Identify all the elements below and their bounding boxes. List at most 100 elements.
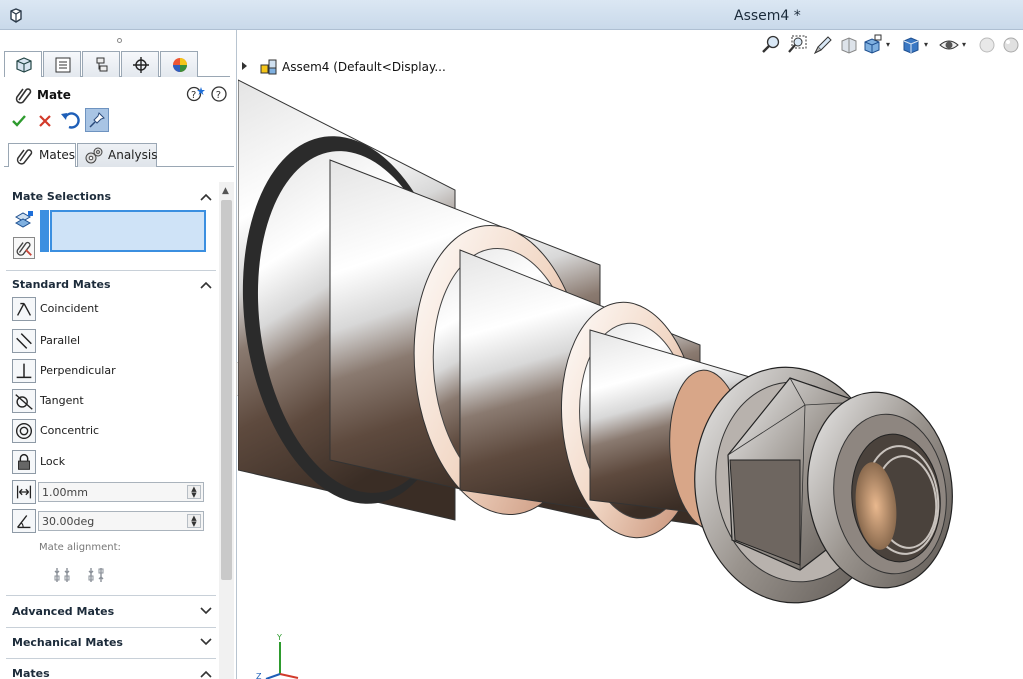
tab-display-manager[interactable] bbox=[160, 51, 198, 77]
mate-subtabs: Mates Analysis bbox=[4, 143, 234, 167]
coincident-icon bbox=[12, 297, 36, 321]
view-orientation-icon[interactable] bbox=[862, 34, 884, 56]
anti-aligned-icon[interactable] bbox=[86, 565, 106, 585]
mate-selections-list[interactable] bbox=[50, 210, 206, 252]
expand-chevron-down-icon[interactable] bbox=[199, 637, 213, 647]
angle-value-field[interactable]: 30.00deg ▲ ▼ bbox=[38, 511, 204, 531]
zoom-to-fit-icon[interactable] bbox=[760, 34, 782, 56]
distance-icon[interactable] bbox=[12, 480, 36, 504]
solidworks-window: Assem4 * Mate ? ? Mates Analysis ▲ Mate … bbox=[0, 0, 1023, 679]
angle-spin-arrows-icon[interactable]: ▲ ▼ bbox=[187, 514, 201, 528]
cancel-x-button[interactable] bbox=[36, 112, 54, 130]
panel-scrollbar[interactable]: ▲ bbox=[219, 182, 234, 679]
concentric-icon bbox=[12, 419, 36, 443]
collapse-chevron-up-icon[interactable] bbox=[199, 192, 213, 202]
tab-feature-manager[interactable] bbox=[4, 51, 42, 77]
hide-show-items-icon[interactable] bbox=[938, 34, 960, 56]
axis-z-label: Z bbox=[256, 672, 262, 679]
section-mates-header[interactable]: Mates bbox=[12, 667, 50, 679]
help-icon[interactable]: ? bbox=[210, 85, 228, 103]
display-style-dropdown-icon[interactable]: ▾ bbox=[924, 40, 928, 49]
display-style-icon[interactable] bbox=[900, 34, 922, 56]
keep-visible-pin-button[interactable] bbox=[85, 108, 109, 132]
svg-text:?: ? bbox=[191, 90, 196, 101]
graphics-area[interactable]: Y Z bbox=[238, 30, 1023, 679]
section-divider bbox=[6, 658, 216, 659]
tree-root-label: Assem4 (Default<Display... bbox=[282, 60, 446, 74]
property-manager-panel: Mate ? ? Mates Analysis ▲ Mate Selection… bbox=[0, 30, 237, 679]
heads-up-view-toolbar: ▾ ▾ ▾ bbox=[760, 34, 1023, 56]
gears-analysis-icon bbox=[85, 147, 103, 164]
section-divider bbox=[6, 595, 216, 596]
aligned-icon[interactable] bbox=[52, 565, 72, 585]
pushpin-icon bbox=[89, 112, 105, 128]
property-manager-title: Mate bbox=[37, 88, 71, 102]
angle-value: 30.00deg bbox=[42, 515, 95, 528]
view-orientation-dropdown-icon[interactable]: ▾ bbox=[886, 40, 890, 49]
configuration-icon bbox=[96, 57, 108, 72]
previous-view-icon[interactable] bbox=[812, 34, 834, 56]
title-bar: Assem4 * bbox=[0, 0, 1023, 30]
scroll-thumb[interactable] bbox=[221, 200, 232, 580]
parallel-icon bbox=[12, 329, 36, 353]
tab-analysis-label: Analysis bbox=[108, 148, 158, 162]
angle-icon[interactable] bbox=[12, 509, 36, 533]
collapse-chevron-up-icon[interactable] bbox=[199, 280, 213, 290]
tangent-icon bbox=[12, 389, 36, 413]
solidworks-logo-icon[interactable] bbox=[8, 8, 24, 24]
window-title: Assem4 * bbox=[734, 8, 801, 24]
tab-analysis[interactable]: Analysis bbox=[77, 143, 157, 167]
axis-y-label: Y bbox=[276, 633, 282, 642]
panel-grip[interactable] bbox=[117, 38, 122, 43]
paperclip-icon bbox=[16, 149, 33, 165]
lock-icon bbox=[12, 450, 36, 474]
part-icon bbox=[16, 57, 32, 73]
section-standard-mates-header[interactable]: Standard Mates bbox=[12, 278, 111, 291]
assembly-icon bbox=[260, 59, 277, 75]
section-mate-selections-header[interactable]: Mate Selections bbox=[12, 190, 111, 203]
paperclip-selection-icon[interactable] bbox=[13, 237, 35, 259]
section-mechanical-mates-header[interactable]: Mechanical Mates bbox=[12, 636, 123, 649]
tab-mates[interactable]: Mates bbox=[8, 143, 76, 167]
section-advanced-mates-header[interactable]: Advanced Mates bbox=[12, 605, 114, 618]
mate-option-label: Parallel bbox=[40, 334, 81, 347]
mate-option-label: Perpendicular bbox=[40, 364, 116, 377]
crosshair-icon bbox=[133, 57, 149, 73]
perpendicular-icon bbox=[12, 359, 36, 383]
property-list-icon bbox=[55, 57, 71, 73]
whats-wrong-help-icon[interactable]: ? bbox=[186, 85, 206, 103]
mate-option-label: Lock bbox=[40, 455, 66, 468]
svg-text:?: ? bbox=[216, 90, 221, 101]
undo-button[interactable] bbox=[60, 110, 82, 130]
hide-show-dropdown-icon[interactable]: ▾ bbox=[962, 40, 966, 49]
section-divider bbox=[6, 627, 216, 628]
apply-scene-icon[interactable] bbox=[1000, 34, 1022, 56]
edit-appearance-icon[interactable] bbox=[976, 34, 998, 56]
zoom-to-area-icon[interactable] bbox=[786, 34, 808, 56]
expand-chevron-down-icon[interactable] bbox=[199, 606, 213, 616]
mate-option-label: Tangent bbox=[40, 394, 84, 407]
mate-option-label: Coincident bbox=[40, 302, 99, 315]
distance-value: 1.00mm bbox=[42, 486, 88, 499]
tab-configuration-manager[interactable] bbox=[82, 51, 120, 77]
expand-arrow-icon[interactable] bbox=[242, 62, 247, 70]
axis-triad-icon: Y Z bbox=[256, 633, 299, 679]
scroll-up-arrow-icon[interactable]: ▲ bbox=[222, 186, 229, 196]
selection-color-bar bbox=[40, 210, 49, 252]
collapse-chevron-up-icon[interactable] bbox=[199, 669, 213, 679]
distance-spin-arrows-icon[interactable]: ▲ ▼ bbox=[187, 485, 201, 499]
distance-value-field[interactable]: 1.00mm ▲ ▼ bbox=[38, 482, 204, 502]
mate-alignment-label: Mate alignment: bbox=[39, 542, 121, 553]
section-divider bbox=[6, 270, 216, 271]
tab-property-manager[interactable] bbox=[43, 51, 81, 77]
ok-checkmark-button[interactable] bbox=[10, 112, 28, 130]
manager-tabs bbox=[4, 51, 230, 77]
tab-mates-label: Mates bbox=[39, 148, 76, 162]
shaft-assembly-model[interactable] bbox=[238, 30, 1023, 679]
tab-dimxpert-manager[interactable] bbox=[121, 51, 159, 77]
mate-option-label: Concentric bbox=[40, 424, 100, 437]
appearance-ball-icon bbox=[173, 58, 187, 72]
paperclip-mate-icon bbox=[15, 88, 32, 104]
section-view-icon[interactable] bbox=[838, 34, 860, 56]
entities-to-mate-icon bbox=[14, 211, 33, 228]
